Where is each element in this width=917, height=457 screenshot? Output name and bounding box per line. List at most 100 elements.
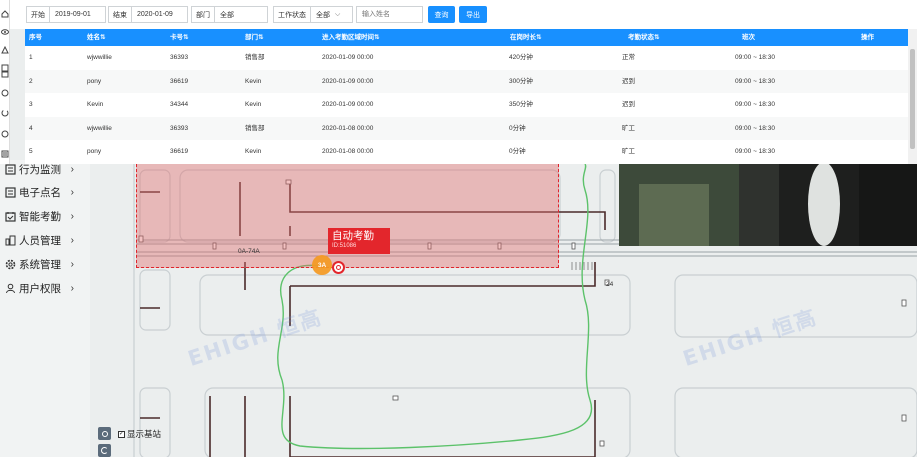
people-icon bbox=[4, 234, 16, 246]
cell-shift: 09:00 ~ 18:30 bbox=[735, 124, 775, 132]
station-label: 0A-74A bbox=[238, 248, 260, 255]
cell-enter-time: 2020-01-08 00:00 bbox=[322, 124, 374, 132]
cell-name: wjwwillie bbox=[87, 54, 112, 61]
locate-button[interactable] bbox=[98, 427, 111, 440]
query-button[interactable]: 查询 bbox=[428, 6, 455, 23]
refresh-button[interactable] bbox=[98, 444, 111, 457]
cell-enter-time: 2020-01-09 00:00 bbox=[322, 54, 374, 61]
table-header: 序号 姓名⇅ 卡号⇅ 部门⇅ 进入考勤区域时间⇅ 在岗时长⇅ 考勤状态⇅ 班次 … bbox=[25, 29, 908, 46]
cell-card: 36393 bbox=[170, 54, 189, 61]
camera-icon[interactable] bbox=[1, 70, 9, 78]
name-search-field[interactable] bbox=[356, 6, 423, 23]
column-header-sortable[interactable]: 进入考勤区域时间⇅ bbox=[322, 29, 379, 46]
home-icon[interactable] bbox=[1, 10, 9, 18]
table-scrollbar[interactable] bbox=[908, 29, 917, 164]
chevron-right-icon: › bbox=[70, 258, 74, 270]
chevron-right-icon: › bbox=[70, 186, 74, 198]
report-icon[interactable] bbox=[1, 150, 9, 158]
show-stations-toggle[interactable]: ✓ 显示基站 bbox=[118, 428, 161, 440]
sidebar-item-rollcall[interactable]: 电子点名 › bbox=[0, 180, 90, 204]
cell-dept: Kevin bbox=[245, 77, 262, 85]
cell-enter-time: 2020-01-09 00:00 bbox=[322, 77, 374, 85]
filter-bar: 开始 2019-09-01 结束 2020-01-09 部门 全部 工作状态 全… bbox=[10, 0, 917, 29]
eye-icon[interactable] bbox=[1, 28, 9, 36]
chevron-right-icon: › bbox=[70, 163, 74, 175]
chevron-down-icon: ⌵ bbox=[335, 10, 341, 18]
cell-name: Kevin bbox=[87, 101, 104, 108]
sidebar-item-permissions[interactable]: 用户权限 › bbox=[0, 276, 90, 300]
column-header-sortable[interactable]: 卡号⇅ bbox=[170, 29, 188, 46]
cell-card: 36393 bbox=[170, 124, 189, 132]
cell-card: 36619 bbox=[170, 148, 189, 155]
show-stations-checkbox[interactable]: ✓ bbox=[118, 430, 125, 438]
department-value: 全部 bbox=[220, 11, 234, 19]
cell-name: pony bbox=[87, 148, 102, 155]
sort-icon: ⇅ bbox=[654, 34, 660, 41]
work-status-value: 全部 bbox=[316, 11, 330, 19]
table-row[interactable]: 3 Kevin 34344 Kevin 2020-01-09 00:00 350… bbox=[25, 93, 908, 117]
gear-icon bbox=[4, 258, 16, 270]
cell-shift: 09:00 ~ 18:30 bbox=[735, 148, 775, 155]
help-icon[interactable] bbox=[1, 130, 9, 138]
scrollbar-thumb[interactable] bbox=[910, 49, 915, 149]
table-row[interactable]: 5 pony 36619 Kevin 2020-01-08 00:00 0分钟 … bbox=[25, 140, 908, 164]
cell-card: 34344 bbox=[170, 101, 189, 108]
cell-index: 4 bbox=[29, 124, 33, 132]
start-date-value: 2019-09-01 bbox=[55, 11, 91, 18]
table-row[interactable]: 1 wjwwillie 36393 销售部 2020-01-09 00:00 4… bbox=[25, 46, 908, 70]
export-button[interactable]: 导出 bbox=[459, 6, 487, 23]
cell-dept: 销售部 bbox=[245, 124, 265, 132]
icon-strip bbox=[0, 0, 10, 164]
sidebar-item-system[interactable]: 系统管理 › bbox=[0, 252, 90, 276]
table-row[interactable]: 2 pony 36619 Kevin 2020-01-09 00:00 300分… bbox=[25, 69, 908, 93]
column-header: 班次 bbox=[742, 34, 755, 41]
zone-tag-title: 自动考勤 bbox=[332, 230, 374, 242]
column-header-sortable[interactable]: 姓名⇅ bbox=[87, 29, 105, 46]
refresh-icon[interactable] bbox=[1, 109, 9, 117]
department-label: 部门 bbox=[192, 7, 215, 22]
person-marker-label: 3A bbox=[317, 261, 327, 269]
location-pin-icon[interactable] bbox=[332, 261, 345, 274]
warning-icon[interactable] bbox=[1, 46, 9, 54]
column-header: 操作 bbox=[861, 34, 874, 41]
sidebar: 行为监测 › 电子点名 › 智能考勤 › 人员管理 › 系统管理 › 用户权限 … bbox=[0, 160, 90, 457]
behavior-icon bbox=[4, 163, 16, 175]
cell-dept: Kevin bbox=[245, 101, 262, 108]
name-search-input[interactable] bbox=[357, 7, 422, 22]
cell-shift: 09:00 ~ 18:30 bbox=[735, 77, 775, 85]
show-stations-label: 显示基站 bbox=[127, 429, 162, 439]
cell-card: 36619 bbox=[170, 77, 189, 85]
person-marker[interactable]: 3A bbox=[312, 255, 332, 275]
chevron-right-icon: › bbox=[70, 210, 74, 222]
camera-feed[interactable] bbox=[619, 164, 917, 246]
work-status-select[interactable]: 工作状态 全部 ⌵ bbox=[273, 6, 353, 23]
column-header-sortable[interactable]: 在岗时长⇅ bbox=[510, 29, 541, 46]
zone-tag[interactable]: 自动考勤 ID:51086 bbox=[328, 228, 390, 254]
department-select[interactable]: 部门 全部 bbox=[191, 6, 268, 23]
cell-status: 迟到 bbox=[622, 101, 635, 108]
column-header-sortable[interactable]: 部门⇅ bbox=[245, 29, 263, 46]
sort-icon: ⇅ bbox=[183, 34, 189, 41]
cell-duration: 420分钟 bbox=[509, 54, 533, 61]
table-row[interactable]: 4 wjwwillie 36393 销售部 2020-01-08 00:00 0… bbox=[25, 116, 908, 140]
cell-enter-time: 2020-01-08 00:00 bbox=[322, 148, 374, 155]
sidebar-item-attendance[interactable]: 智能考勤 › bbox=[0, 204, 90, 228]
cell-status: 正常 bbox=[622, 54, 635, 61]
cell-status: 迟到 bbox=[622, 77, 635, 85]
start-date-field[interactable]: 开始 2019-09-01 bbox=[26, 6, 106, 23]
sidebar-item-label: 人员管理 bbox=[19, 234, 61, 247]
zone-tag-id: ID:51086 bbox=[332, 243, 357, 249]
cell-dept: 销售部 bbox=[245, 54, 265, 61]
end-date-field[interactable]: 结束 2020-01-09 bbox=[108, 6, 188, 23]
column-header-sortable[interactable]: 考勤状态⇅ bbox=[628, 29, 659, 46]
cell-duration: 350分钟 bbox=[509, 101, 533, 108]
sidebar-item-people[interactable]: 人员管理 › bbox=[0, 228, 90, 252]
cell-duration: 0分钟 bbox=[509, 124, 526, 132]
sidebar-item-label: 系统管理 bbox=[19, 258, 61, 271]
cell-index: 3 bbox=[29, 101, 33, 108]
work-status-label: 工作状态 bbox=[274, 7, 311, 22]
sort-icon: ⇅ bbox=[374, 34, 380, 41]
cell-duration: 0分钟 bbox=[509, 148, 526, 155]
playback-icon[interactable] bbox=[1, 89, 9, 97]
column-header: 序号 bbox=[29, 34, 42, 41]
